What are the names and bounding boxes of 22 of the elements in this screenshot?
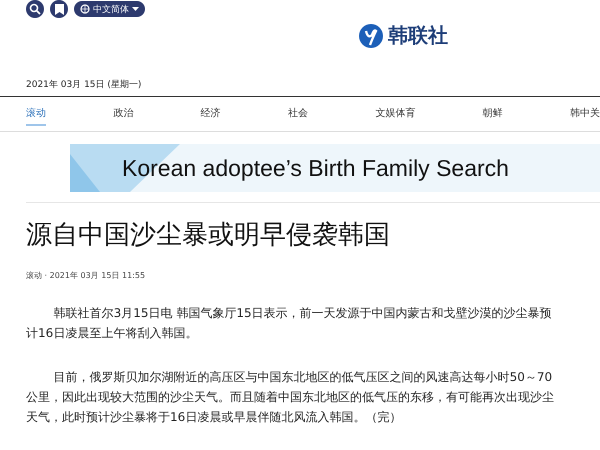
date-text: 2021年 03月 15日 (星期一) <box>26 78 142 91</box>
search-icon <box>29 3 41 15</box>
article-paragraph: 韩联社首尔3月15日电 韩国气象厅15日表示，前一天发源于中国内蒙古和戈壁沙漠的沙尘暴预计16日凌晨至上午将刮入韩国。 <box>26 305 553 342</box>
bookmark-button[interactable] <box>50 0 68 18</box>
caret-icon <box>132 6 139 12</box>
logo-icon <box>358 22 384 48</box>
nav-tab[interactable]: 社会 <box>288 102 308 126</box>
nav-tab[interactable]: 经济 <box>200 102 221 126</box>
search-button[interactable] <box>26 0 44 18</box>
language-dropdown[interactable]: 中文简体 <box>74 1 145 17</box>
logo-text: 韩联社 <box>388 22 448 49</box>
nav-tab[interactable]: 韩中关 <box>570 102 600 126</box>
nav-tab[interactable]: 政治 <box>113 102 134 126</box>
article-meta: 滚动 · 2021年 03月 15日 11:55 <box>26 270 146 281</box>
bookmark-icon <box>54 4 64 14</box>
nav-tab[interactable]: 滚动 <box>26 102 46 126</box>
nav-tab[interactable]: 朝鲜 <box>482 102 503 126</box>
article-title: 源自中国沙尘暴或明早侵袭韩国 <box>26 219 391 252</box>
article-paragraph: 目前，俄罗斯贝加尔湖附近的高压区与中国东北地区的低气压区之间的风速高达每小时50～70公里，因此出现较大范围的沙尘天气。而且随着中国东北地区的低气压的东移，有可能再次出现沙尘天气，此时预计沙尘暴将于16日凌晨或早晨伴随北风流入韩国。（完） <box>26 369 555 426</box>
ad-banner[interactable]: Korean adoptee’s Birth Family Search <box>70 144 600 192</box>
globe-icon <box>80 4 90 14</box>
nav-tab[interactable]: 文娱体育 <box>375 102 416 126</box>
